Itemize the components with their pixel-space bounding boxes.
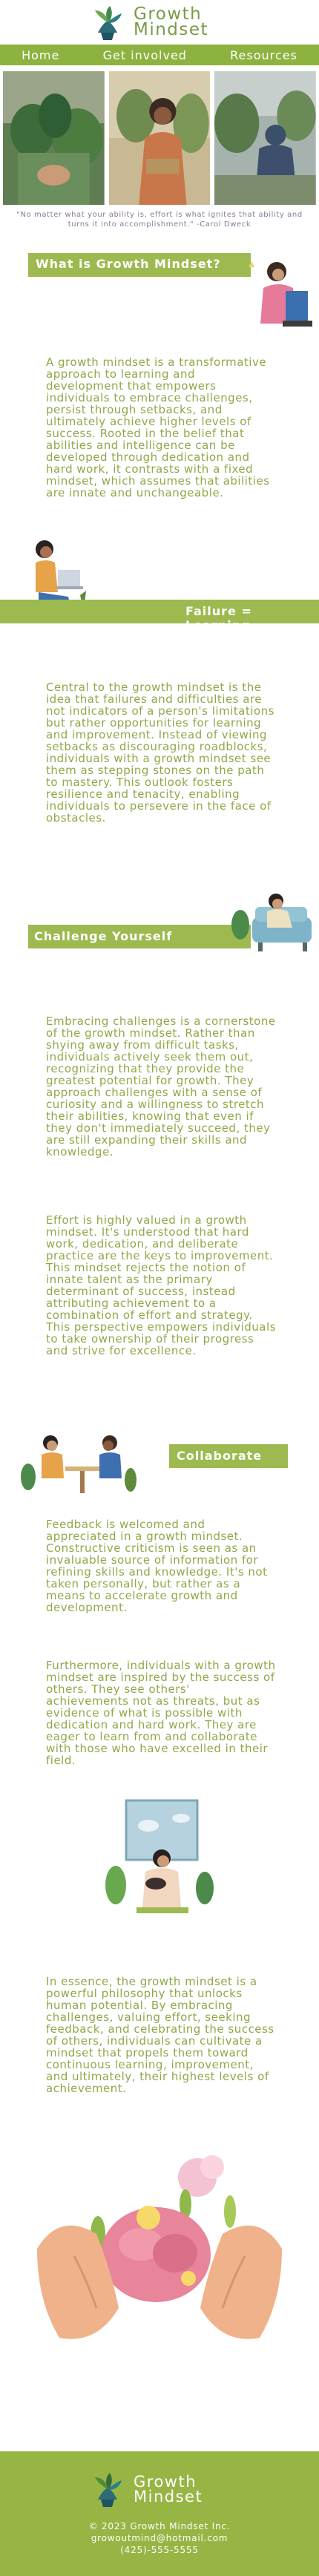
what-paragraph: A growth mindset is a transformative app…	[46, 355, 270, 499]
hero-photo-plants	[3, 71, 105, 205]
hero-photo-woman	[108, 71, 211, 205]
site-header: Growth Mindset	[0, 0, 319, 45]
hero-photo-strip	[0, 71, 319, 205]
footer-brand-logo[interactable]: Growth Mindset	[88, 2463, 236, 2515]
challenge-paragraph-1: Embracing challenges is a cornerstone of…	[46, 1015, 276, 1158]
nav-resources-link[interactable]: Resources	[230, 48, 297, 62]
people-collaborating-illustration	[21, 1435, 137, 1493]
plant-logo-icon	[95, 6, 122, 40]
footer-email-link[interactable]: growoutmind@hotmail.com	[0, 2533, 319, 2544]
footer-brand-line-1: Growth	[134, 2473, 197, 2491]
collaborate-section-title: Collaborate	[177, 1449, 263, 1463]
carol-dweck-quote: "No matter what your ability is, effort …	[16, 211, 303, 229]
nav-home-link[interactable]: Home	[22, 48, 59, 62]
challenge-section-title: Challenge Yourself	[34, 929, 173, 943]
nav-get-involved-link[interactable]: Get involved	[103, 48, 187, 62]
footer-brand-line-2: Mindset	[134, 2488, 203, 2505]
failure-paragraph: Central to the growth mindset is the ide…	[46, 681, 274, 825]
what-section-title: What is Growth Mindset?	[36, 257, 221, 271]
site-footer: Growth Mindset © 2023 Growth Mindset Inc…	[0, 2451, 319, 2576]
footer-phone: (425)-555-5555	[120, 2545, 199, 2555]
brand-wordmark: Growth Mindset	[134, 6, 209, 39]
hands-brain-illustration	[37, 2155, 282, 2339]
challenge-paragraph-2: Effort is highly valued in a growth mind…	[46, 1213, 276, 1357]
footer-brand-wordmark: Growth Mindset	[134, 2473, 203, 2505]
conclusion-paragraph: In essence, the growth mindset is a powe…	[46, 1975, 274, 2095]
hero-photo-garden	[214, 71, 317, 205]
collaborate-paragraph-2: Furthermore, individuals with a growth m…	[46, 1659, 276, 1767]
page: Growth Mindset Home Get involved Resourc…	[0, 0, 319, 2576]
woman-couch-illustration	[231, 894, 312, 951]
footer-plant-logo-icon	[95, 2473, 122, 2507]
woman-window-cat-illustration	[105, 1799, 214, 1913]
brand-logo[interactable]: Growth Mindset	[88, 3, 236, 42]
footer-copyright: © 2023 Growth Mindset Inc.	[88, 2521, 231, 2531]
failure-section-title: Failure = Learning	[185, 604, 252, 632]
brand-line-2: Mindset	[134, 20, 209, 39]
main-nav: Home Get involved Resources	[0, 45, 319, 65]
collaborate-paragraph-1: Feedback is welcomed and appreciated in …	[46, 1518, 268, 1614]
woman-thinking-illustration	[249, 261, 312, 327]
